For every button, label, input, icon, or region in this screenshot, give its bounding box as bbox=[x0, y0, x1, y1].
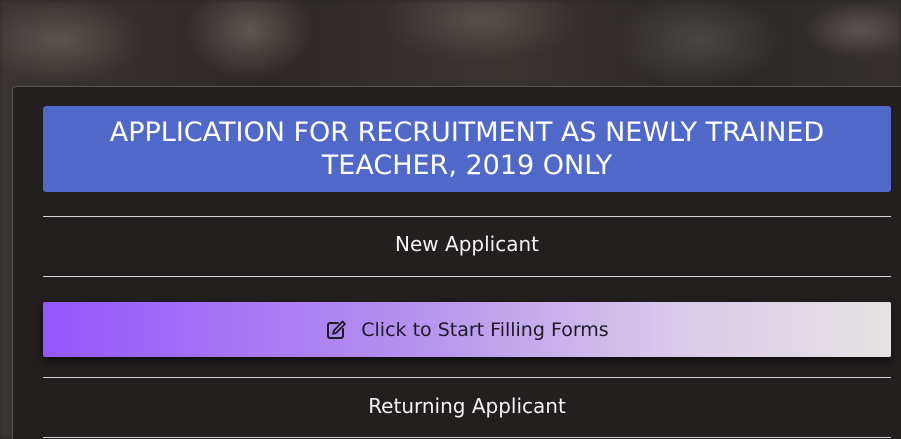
start-button-label: Click to Start Filling Forms bbox=[361, 318, 609, 341]
start-filling-forms-button[interactable]: Click to Start Filling Forms bbox=[43, 302, 891, 357]
edit-icon bbox=[325, 319, 347, 341]
page-title: APPLICATION FOR RECRUITMENT AS NEWLY TRA… bbox=[43, 106, 891, 192]
divider bbox=[43, 377, 891, 378]
divider bbox=[43, 216, 891, 217]
application-panel: APPLICATION FOR RECRUITMENT AS NEWLY TRA… bbox=[12, 86, 901, 439]
divider bbox=[43, 276, 891, 277]
returning-applicant-heading: Returning Applicant bbox=[368, 394, 566, 418]
new-applicant-heading: New Applicant bbox=[395, 232, 539, 256]
divider bbox=[43, 437, 891, 438]
